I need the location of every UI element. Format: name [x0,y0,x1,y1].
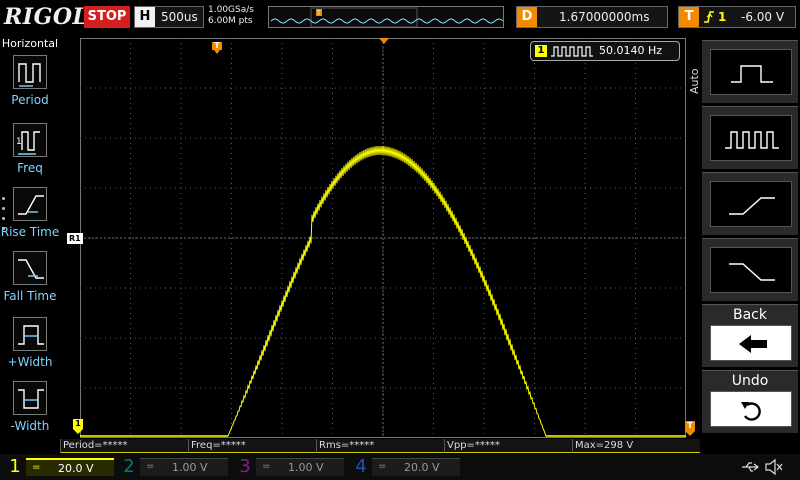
rise-time-label: Rise Time [0,225,60,239]
square-wave-multi-icon [710,115,792,161]
delay-value: 1.67000000ms [559,10,650,24]
svg-text:T: T [316,10,321,17]
freq-label: Freq [17,161,43,175]
channel-scale: 20.0 V [404,461,440,474]
channel-number: 1 [9,456,21,477]
acquisition-info: 1.00GSa/s 6.00M pts [208,5,266,27]
usb-icon [742,462,759,472]
softkey-3[interactable] [702,172,798,235]
channel-status-bar: 1 = 20.0 V 2 = 1.00 V 3 = 1.00 V 4 = 20.… [0,454,800,480]
trigger-level-label: T [687,421,693,430]
measure-negative-width-item[interactable]: -Width [0,381,60,445]
coupling-icon: = [32,462,41,473]
square-wave-single-icon [710,49,792,95]
trigger-source: 1 [718,10,727,24]
pulse-train-icon [551,46,593,57]
falling-ramp-icon [710,247,792,293]
fall-time-label: Fall Time [3,289,57,303]
counter-channel-badge: 1 [535,45,547,57]
rise-time-icon [13,187,47,221]
top-status-bar: RIGOL STOP H 500us 1.00GSa/s 6.00M pts T… [0,0,800,36]
trigger-delay[interactable]: D 1.67000000ms [516,6,668,28]
horizontal-key: H [135,7,155,27]
horizontal-timebase[interactable]: H 500us [134,6,204,28]
measure-freq-readout[interactable]: Freq=***** [188,439,316,453]
measure-freq-item[interactable]: 1 Freq [0,123,60,187]
positive-width-label: +Width [7,355,53,369]
channel-scale: 1.00 V [172,461,208,474]
run-stop-status[interactable]: STOP [84,6,130,28]
horizontal-measure-menu: Horizontal Period 1 Freq Rise Time Fall … [0,37,60,443]
back-label: Back [733,307,767,323]
period-measure-icon [13,55,47,89]
undo-softkey[interactable]: Undo [702,370,798,433]
timebase-value: 500us [161,10,198,24]
measure-positive-width-item[interactable]: +Width [0,317,60,381]
measure-period-readout[interactable]: Period=***** [60,439,188,453]
sample-rate: 1.00GSa/s [208,5,254,15]
brand-logo: RIGOL [4,4,89,30]
negative-width-label: -Width [10,419,50,433]
channel-number: 4 [355,456,367,477]
svg-text:1: 1 [16,137,22,147]
rising-edge-icon [704,11,714,23]
channel-number: 3 [239,456,251,477]
negative-width-icon [13,381,47,415]
measure-max-readout[interactable]: Max=298 V [572,439,700,453]
waveform-display[interactable] [80,38,686,438]
coupling-icon: = [378,461,387,472]
softkey-4[interactable] [702,238,798,301]
right-softkey-menu: Back Undo [700,38,800,442]
measurement-bar: Period=***** Freq=***** Rms=***** Vpp=**… [60,439,700,453]
ch1-ground-label: 1 [75,419,81,428]
softkey-1[interactable] [702,40,798,103]
rising-ramp-icon [710,181,792,227]
measure-rms-readout[interactable]: Rms=***** [316,439,444,453]
period-label: Period [11,93,49,107]
memory-position-bar[interactable]: T [268,6,504,28]
back-softkey[interactable]: Back [702,304,798,367]
frequency-measure-icon: 1 [13,123,47,157]
ref-marker[interactable]: R1 [67,233,83,244]
counter-value: 50.0140 Hz [599,44,663,57]
measure-vpp-readout[interactable]: Vpp=***** [444,439,572,453]
graticule [80,38,686,438]
positive-width-icon [13,317,47,351]
undo-icon [710,391,792,427]
measure-period-item[interactable]: Period [0,55,60,119]
speaker-muted-icon[interactable] [764,458,784,476]
channel-scale: 20.0 V [58,462,94,475]
softkey-2[interactable] [702,106,798,169]
center-time-arrow-icon [379,38,389,44]
trigger-position-label: T [214,41,220,50]
memory-waveform-overview: T [270,7,503,27]
trigger-level: -6.00 V [741,10,785,24]
frequency-counter[interactable]: 1 50.0140 Hz [530,41,680,61]
trigger-settings[interactable]: T 1 -6.00 V [678,6,796,28]
coupling-icon: = [146,461,155,472]
fall-time-icon [13,251,47,285]
coupling-icon: = [262,461,271,472]
left-arrow-icon [710,325,792,361]
channel-number: 2 [123,456,135,477]
delay-key: D [517,7,537,27]
channel-scale: 1.00 V [288,461,324,474]
trigger-key: T [679,7,699,27]
measure-fall-time-item[interactable]: Fall Time [0,251,60,315]
measure-rise-time-item[interactable]: Rise Time [0,187,60,251]
memory-depth: 6.00M pts [208,16,253,26]
undo-label: Undo [731,373,769,389]
left-menu-title: Horizontal [1,37,59,50]
